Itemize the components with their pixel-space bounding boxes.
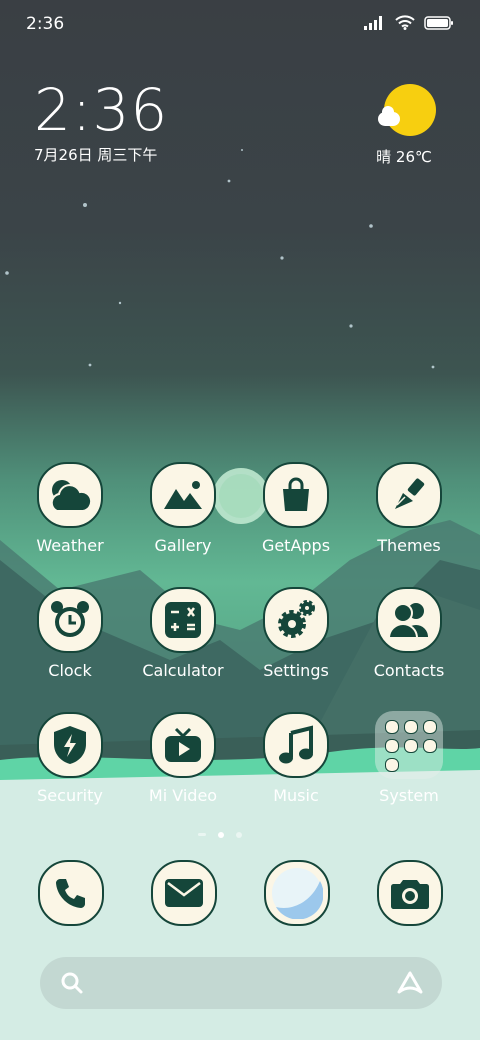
cloud-shape [378, 106, 400, 126]
security-icon [37, 712, 103, 778]
dock-browser[interactable] [263, 860, 331, 926]
app-label: Weather [36, 536, 104, 555]
camera-icon [377, 860, 443, 926]
app-label: Security [37, 786, 103, 805]
dock-camera[interactable] [376, 860, 444, 926]
clock-time: 2:36 [34, 76, 169, 144]
clock-icon [37, 587, 103, 653]
mi-video-icon [150, 712, 216, 778]
browser-icon [264, 860, 330, 926]
app-security[interactable]: Security [15, 712, 125, 805]
signal-icon [364, 15, 382, 30]
app-label: Mi Video [148, 786, 218, 805]
music-icon [263, 712, 329, 778]
gallery-icon [150, 462, 216, 528]
status-icons [364, 15, 454, 30]
app-label: Gallery [154, 536, 212, 555]
app-label: Calculator [142, 661, 224, 680]
mini-app-icon [385, 720, 399, 734]
settings-icon [263, 587, 329, 653]
app-label: Contacts [373, 661, 445, 680]
page-dot-current[interactable] [218, 832, 224, 838]
battery-icon [424, 15, 453, 30]
app-label: Music [273, 786, 319, 805]
app-clock[interactable]: Clock [15, 587, 125, 680]
status-time: 2:36 [26, 14, 65, 34]
page-indicator[interactable] [198, 832, 242, 838]
dock-phone[interactable] [37, 860, 105, 926]
clock-widget[interactable]: 2:36 7月26日 周三下午 [34, 78, 168, 165]
mini-app-icon [385, 758, 399, 772]
app-calculator[interactable]: Calculator [128, 587, 238, 680]
calculator-icon [150, 587, 216, 653]
weather-text: 晴 26℃ [376, 148, 432, 166]
folder-icon [375, 711, 443, 779]
status-bar: 2:36 [0, 0, 480, 50]
getapps-icon [263, 462, 329, 528]
clock-date: 7月26日 周三下午 [34, 146, 158, 164]
app-mi-video[interactable]: Mi Video [128, 712, 238, 805]
app-music[interactable]: Music [241, 712, 351, 805]
page-dot[interactable] [236, 832, 242, 838]
app-label: Settings [263, 661, 329, 680]
page-dot-feed[interactable] [198, 833, 206, 836]
app-label: Clock [48, 661, 92, 680]
mini-app-icon [404, 739, 418, 753]
mini-app-icon [404, 720, 418, 734]
mini-app-icon [385, 739, 399, 753]
mini-app-icon [423, 720, 437, 734]
folder-system[interactable]: System [354, 711, 464, 805]
app-themes[interactable]: Themes [354, 462, 464, 555]
app-label: GetApps [261, 536, 331, 555]
phone-icon [38, 860, 104, 926]
app-label: System [379, 786, 439, 805]
app-contacts[interactable]: Contacts [354, 587, 464, 680]
search-bar[interactable] [40, 957, 442, 1009]
themes-icon [376, 462, 442, 528]
app-getapps[interactable]: GetApps [241, 462, 351, 555]
messages-icon [151, 860, 217, 926]
weather-icon [37, 462, 103, 528]
wifi-icon [395, 15, 415, 30]
mini-app-icon [423, 739, 437, 753]
search-icon[interactable] [60, 971, 84, 999]
app-weather[interactable]: Weather [15, 462, 125, 555]
dock-messages[interactable] [150, 860, 218, 926]
assistant-icon[interactable] [396, 970, 424, 1000]
app-label: Themes [377, 536, 441, 555]
contacts-icon [376, 587, 442, 653]
app-gallery[interactable]: Gallery [128, 462, 238, 555]
app-settings[interactable]: Settings [241, 587, 351, 680]
